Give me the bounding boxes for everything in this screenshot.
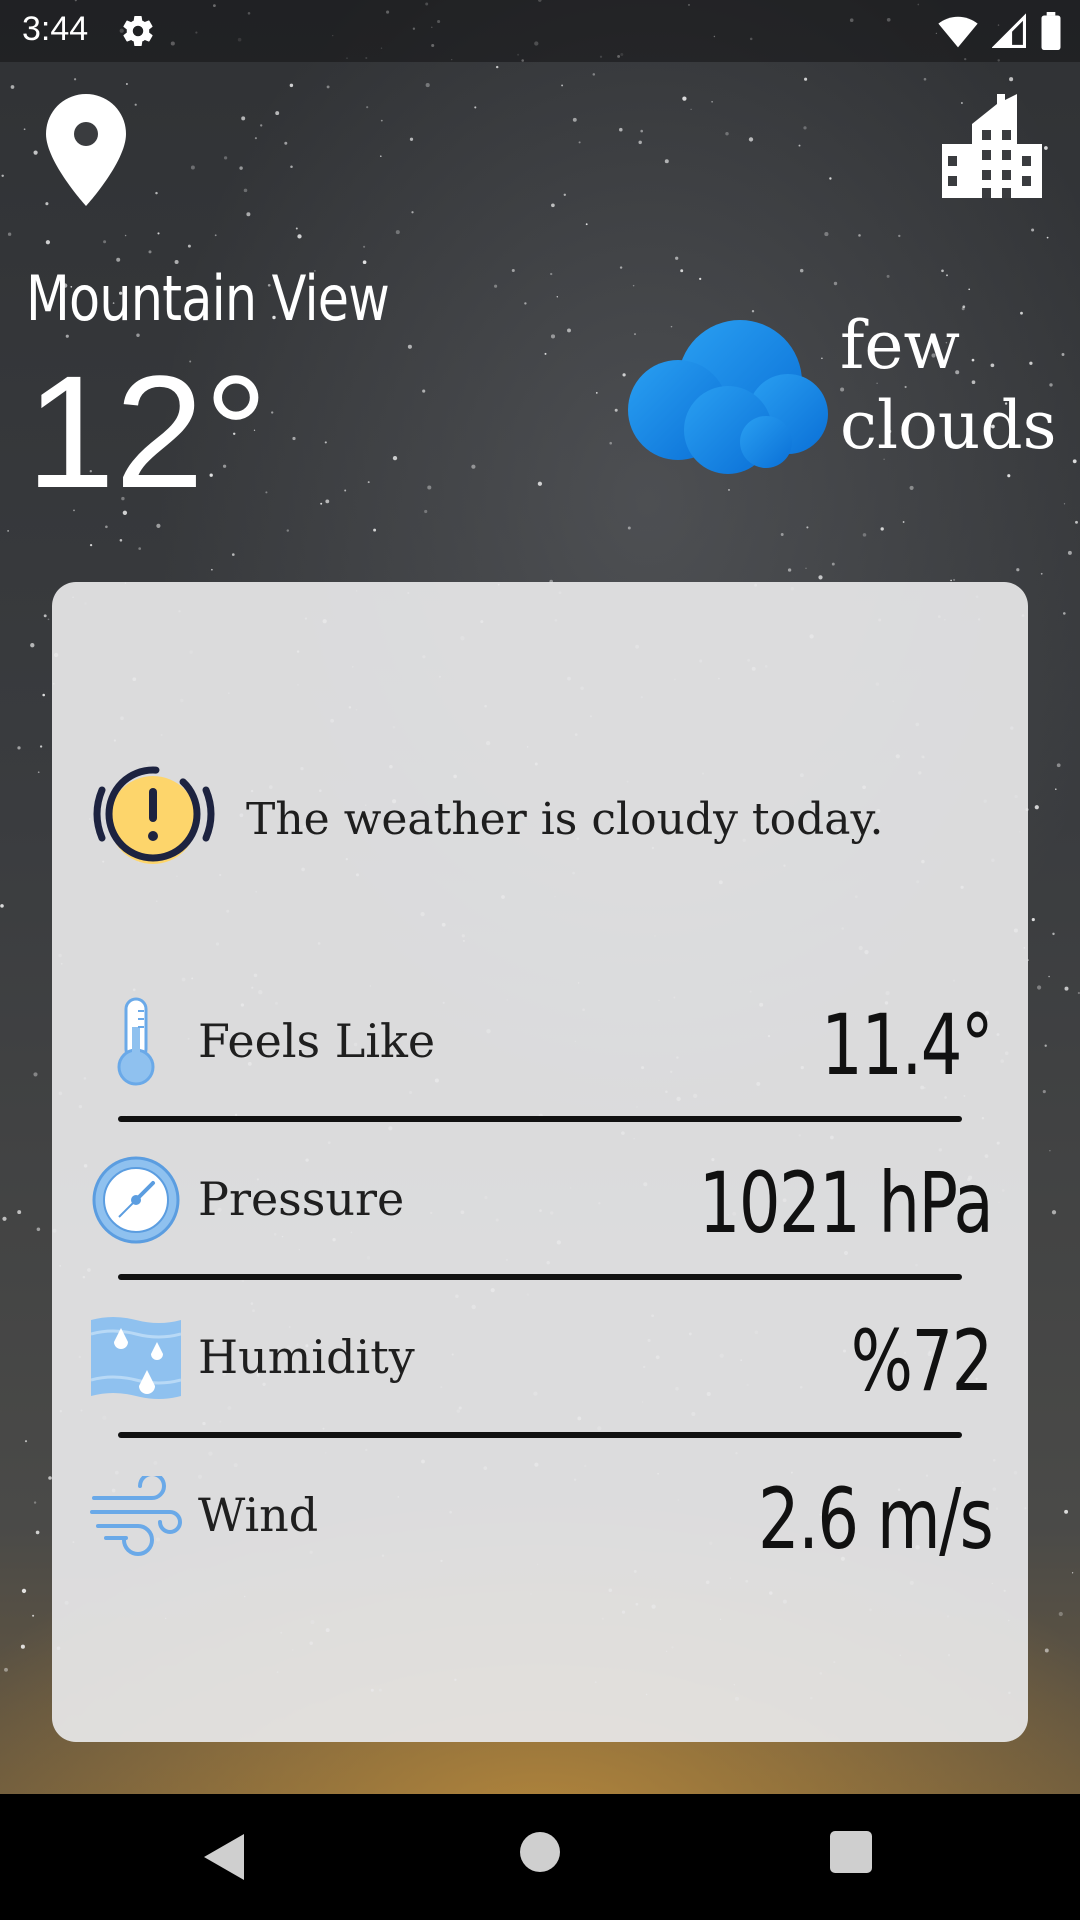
divider <box>118 1116 962 1122</box>
map-pin-icon[interactable] <box>46 94 126 210</box>
status-bar: 3:44 <box>0 0 1080 62</box>
wind-icon <box>90 1466 182 1566</box>
feels-like-label: Feels Like <box>198 1014 436 1068</box>
warning-icon <box>90 762 220 876</box>
wifi-icon <box>938 13 978 53</box>
wind-label: Wind <box>198 1488 319 1542</box>
navigation-bar <box>0 1794 1080 1920</box>
cloud-icon <box>628 318 832 478</box>
status-time: 3:44 <box>22 10 89 48</box>
weather-alert: The weather is cloudy today. <box>90 762 883 876</box>
city-buildings-icon[interactable] <box>942 94 1042 202</box>
wind-value: 2.6 m/s <box>757 1470 994 1568</box>
alert-text: The weather is cloudy today. <box>246 793 884 845</box>
feels-like-value: 11.4° <box>821 996 993 1094</box>
humidity-icon <box>90 1308 182 1408</box>
city-name: Mountain View <box>26 262 390 335</box>
current-temperature: 12° <box>26 342 268 521</box>
recents-icon[interactable] <box>830 1831 872 1873</box>
pressure-row: Pressure 1021 hPa <box>90 1140 994 1260</box>
home-icon[interactable] <box>520 1832 560 1872</box>
thermometer-icon <box>90 992 182 1092</box>
battery-icon <box>1040 12 1062 54</box>
gear-icon <box>120 13 156 53</box>
humidity-row: Humidity %72 <box>90 1298 994 1418</box>
humidity-value: %72 <box>851 1312 994 1410</box>
weather-condition: few clouds <box>840 307 1057 464</box>
weather-details-card: The weather is cloudy today. Feels Like … <box>52 582 1028 1742</box>
pressure-value: 1021 hPa <box>698 1154 994 1252</box>
pressure-gauge-icon <box>90 1150 182 1250</box>
divider <box>118 1274 962 1280</box>
divider <box>118 1432 962 1438</box>
back-icon[interactable] <box>204 1834 244 1884</box>
humidity-label: Humidity <box>198 1330 415 1384</box>
signal-icon <box>991 13 1026 53</box>
wind-row: Wind 2.6 m/s <box>90 1456 994 1576</box>
pressure-label: Pressure <box>198 1172 405 1226</box>
feels-like-row: Feels Like 11.4° <box>90 982 994 1102</box>
